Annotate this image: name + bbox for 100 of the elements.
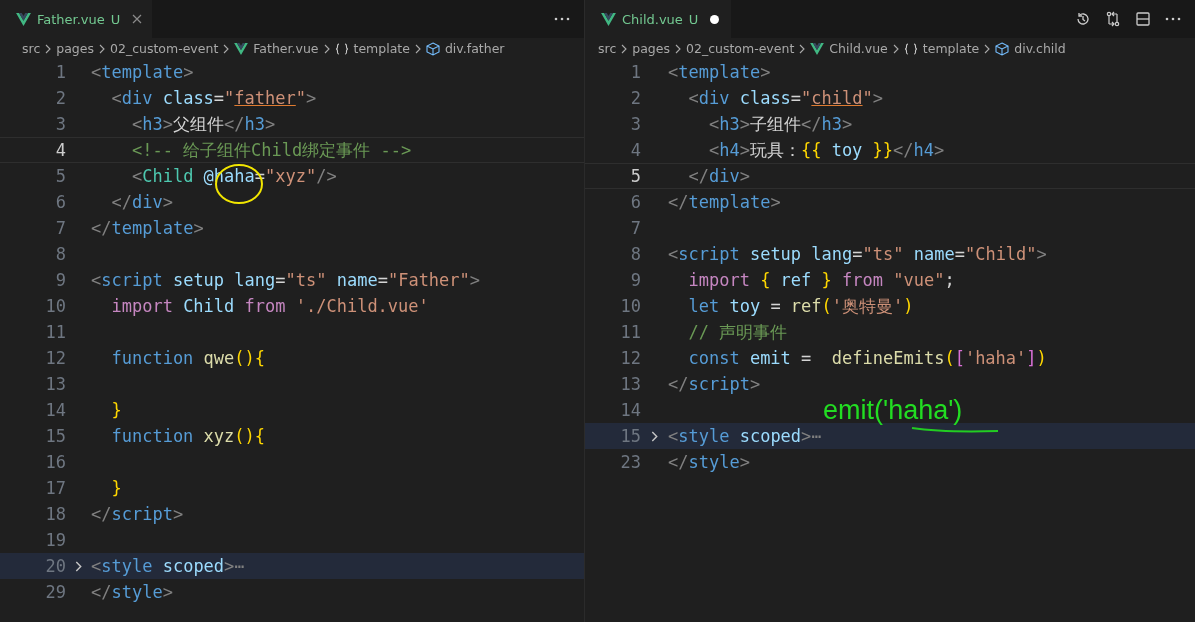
code-line: let toy = ref('奥特曼') [687,294,914,318]
code-line: <h3>子组件</h3> [707,112,853,136]
braces-icon [334,42,349,55]
vue-logo-icon [16,12,31,26]
line-number: 20 [44,556,66,576]
line-number: 1 [629,62,641,82]
code-line: // 声明事件 [687,320,788,344]
breadcrumb-item[interactable]: src [22,41,41,56]
code-line: <h3>父组件</h3> [130,112,276,136]
line-number: 2 [54,88,66,108]
line-number: 14 [619,400,641,420]
breadcrumb-item[interactable]: div.father [444,41,505,56]
code-line: <div class="father"> [110,88,317,108]
code-line: <script setup lang="ts" name="Father"> [91,270,481,290]
line-number: 12 [619,348,641,368]
line-number: 11 [619,322,641,342]
line-number: 14 [44,400,66,420]
code-line: import { ref } from "vue"; [687,270,955,290]
chevron-right-icon [99,43,105,54]
fold-chevron-icon[interactable] [651,430,658,442]
code-line: <style scoped>⋯ [91,556,245,576]
chevron-right-icon [675,43,681,54]
line-number: 12 [44,348,66,368]
breadcrumb-item[interactable]: pages [632,41,670,56]
line-number: 9 [54,270,66,290]
chevron-right-icon [45,43,52,54]
more-icon[interactable] [1165,17,1181,21]
line-number: 8 [629,244,641,264]
code-line: } [110,478,122,498]
breadcrumb-item[interactable]: template [922,41,980,56]
code-line: </template> [91,218,204,238]
breadcrumb-item[interactable]: Child.vue [829,41,888,56]
breadcrumb-item[interactable]: pages [56,41,94,56]
line-number: 11 [44,322,66,342]
code-line: import Child from './Child.vue' [110,296,429,316]
vue-logo-icon [810,42,825,55]
breadcrumb-item[interactable]: div.child [1014,41,1066,56]
code-line: <style scoped>⋯ [668,426,822,446]
chevron-right-icon [892,43,899,54]
line-number: 8 [54,244,66,264]
line-number: 4 [54,140,66,160]
code-line: function qwe(){ [110,348,266,368]
line-number: 9 [629,270,641,290]
fold-chevron-icon[interactable] [75,560,82,572]
line-number: 19 [44,530,66,550]
cube-icon [995,41,1010,56]
close-icon[interactable] [132,14,143,24]
vue-logo-icon [601,12,616,26]
chevron-right-icon [621,43,628,54]
code-line: </script> [91,504,184,524]
braces-icon [903,42,918,55]
line-number: 23 [619,452,641,472]
cube-icon [425,41,440,56]
breadcrumb-item[interactable]: 02_custom-event [110,41,219,56]
code-line: </div> [687,166,750,186]
code-line: <template> [91,62,194,82]
code-line: <!-- 给子组件Child绑定事件 --> [130,138,412,162]
chevron-right-icon [414,43,421,54]
line-number: 6 [629,192,641,212]
editor-tab[interactable]: Father.vue U [0,0,153,38]
code-line: <div class="child"> [687,88,884,108]
breadcrumb-item[interactable]: src [598,41,617,56]
line-number: 2 [629,88,641,108]
code-line: <h4>玩具：{{ toy }}</h4> [707,138,945,162]
handwritten-annotation: emit('haha') [823,394,963,426]
line-number: 15 [619,426,641,446]
code-line: } [110,400,122,420]
unsaved-dot-icon[interactable] [710,14,720,24]
code-line: </style> [668,452,750,472]
line-number: 3 [54,114,66,134]
line-number: 4 [629,140,641,160]
line-number: 17 [44,478,66,498]
line-number: 7 [54,218,66,238]
line-number: 10 [44,296,66,316]
line-number: 3 [629,114,641,134]
breadcrumb-item[interactable]: Father.vue [253,41,319,56]
chevron-right-icon [984,43,991,54]
breadcrumb-item[interactable]: 02_custom-event [686,41,795,56]
line-number: 6 [54,192,66,212]
breadcrumb-item[interactable]: template [353,41,410,56]
line-number: 15 [44,426,66,446]
code-line: <script setup lang="ts" name="Child"> [668,244,1047,264]
chevron-right-icon [323,43,330,54]
line-number: 1 [54,62,66,82]
chevron-right-icon [799,43,806,54]
split-editor-icon[interactable] [1135,11,1151,27]
line-number: 13 [44,374,66,394]
line-number: 5 [629,166,641,186]
line-number: 7 [629,218,641,238]
line-number: 5 [54,166,66,186]
code-line: <template> [668,62,771,82]
more-icon[interactable] [554,17,570,21]
line-number: 18 [44,504,66,524]
compare-changes-icon[interactable] [1105,11,1121,27]
line-number: 16 [44,452,66,472]
code-line: </script> [668,374,761,394]
history-icon[interactable] [1075,11,1091,27]
editor-tab[interactable]: Child.vue U [585,0,731,38]
code-line: </template> [668,192,781,212]
code-line: const emit = defineEmits(['haha']) [687,348,1047,368]
